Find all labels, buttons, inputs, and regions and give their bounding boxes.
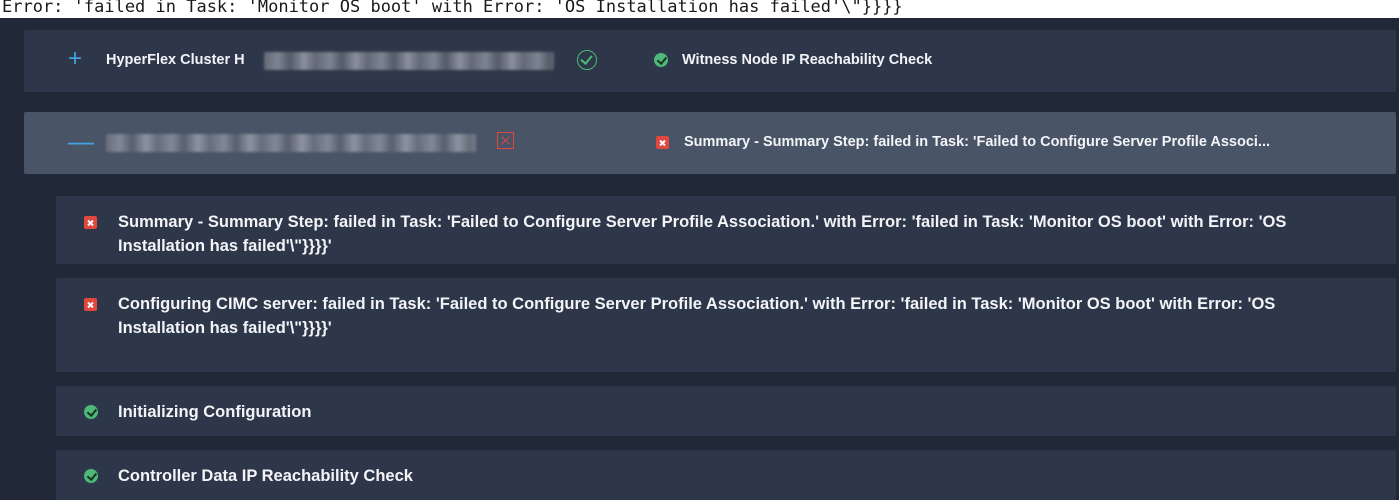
row-status-text: Summary - Summary Step: failed in Task: … [684,134,1271,150]
x-square-icon [497,132,514,149]
error-banner-text: Error: 'failed in Task: 'Monitor OS boot… [2,0,903,17]
detail-message: Configuring CIMC server: failed in Task:… [118,295,1276,337]
workflow-panel: + HyperFlex Cluster H Witness Node IP Re… [8,18,1399,500]
detail-item-cimc: Configuring CIMC server: failed in Task:… [56,278,1396,372]
minus-icon[interactable]: — [68,128,94,154]
check-circle-icon [577,50,597,70]
error-square-icon [84,298,97,311]
cluster-name-label: HyperFlex Cluster H [106,52,245,68]
detail-item-initializing: Initializing Configuration [56,386,1396,436]
detail-message: Controller Data IP Reachability Check [118,467,413,485]
server-row-expanded[interactable]: — Summary - Summary Step: failed in Task… [24,112,1396,174]
error-square-icon [656,136,669,149]
detail-message: Summary - Summary Step: failed in Task: … [118,213,1287,255]
success-dot-icon [84,469,98,483]
row-status-text: Witness Node IP Reachability Check [682,52,933,68]
detail-item-controller-ip: Controller Data IP Reachability Check [56,450,1396,500]
success-dot-icon [84,405,98,419]
cluster-row[interactable]: + HyperFlex Cluster H Witness Node IP Re… [24,30,1396,92]
detail-item-summary: Summary - Summary Step: failed in Task: … [56,196,1396,264]
error-square-icon [84,216,97,229]
error-banner: Error: 'failed in Task: 'Monitor OS boot… [0,0,1399,18]
redacted-server-name-blur [106,134,476,152]
redacted-name-blur [264,52,554,70]
success-dot-icon [654,53,668,67]
detail-message: Initializing Configuration [118,403,312,421]
plus-icon[interactable]: + [68,46,82,72]
